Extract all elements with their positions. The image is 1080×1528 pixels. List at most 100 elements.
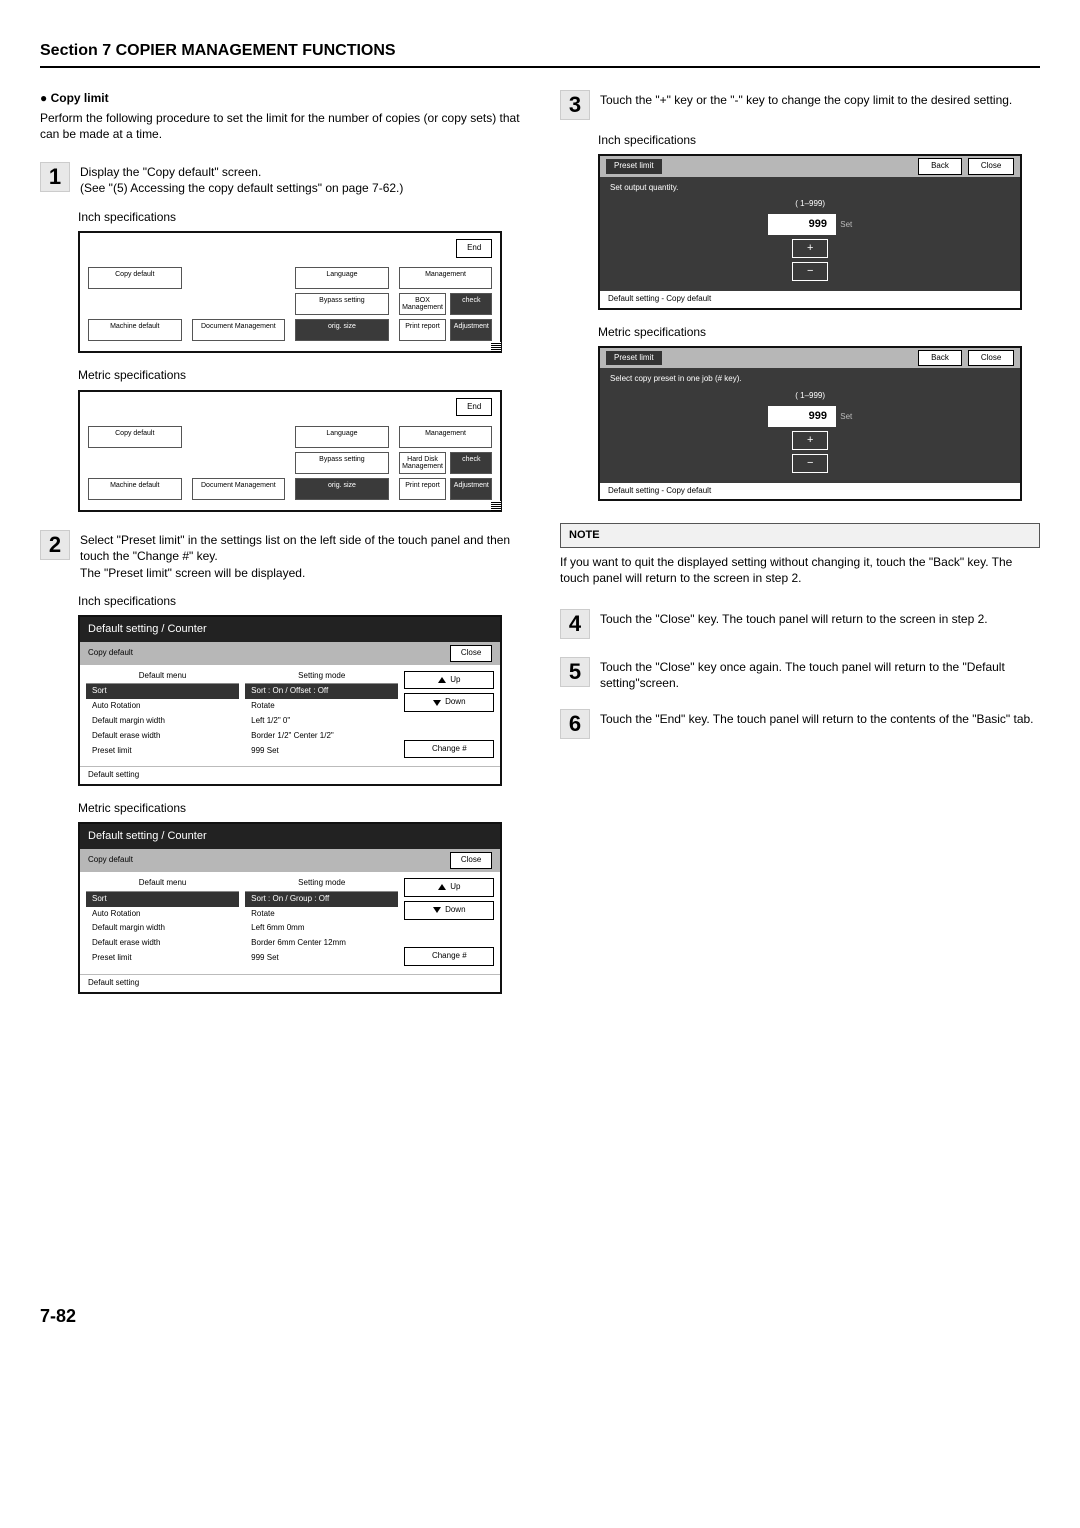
menu-header: Default menu: [86, 876, 239, 892]
grid-cell[interactable]: Bypass setting: [295, 293, 389, 316]
close-button[interactable]: Close: [968, 350, 1014, 367]
grid-cell[interactable]: Machine default: [88, 319, 182, 341]
preset-footer: Default setting - Copy default: [600, 483, 1020, 500]
adjustment-button[interactable]: Adjustment: [450, 478, 492, 500]
list-item: Sort : On / Offset : Off: [245, 684, 398, 699]
up-button[interactable]: Up: [404, 671, 494, 690]
end-button[interactable]: End: [456, 398, 492, 417]
quantity-unit: Set: [840, 412, 852, 421]
list-item: 999 Set: [245, 951, 398, 966]
step-number: 1: [40, 162, 70, 192]
range-label: ( 1–999): [795, 199, 825, 210]
list-item: Rotate: [245, 907, 398, 922]
list-item: Sort : On / Group : Off: [245, 892, 398, 907]
adjustment-button[interactable]: Adjustment: [450, 319, 492, 341]
quantity-value: 999: [768, 214, 836, 235]
preset-panel-metric: Preset limit Back Close Select copy pres…: [598, 346, 1022, 502]
step-number: 5: [560, 657, 590, 687]
menu-header: Default menu: [86, 669, 239, 685]
topic-title: Copy limit: [40, 90, 520, 106]
list-item[interactable]: Auto Rotation: [86, 907, 239, 922]
up-button[interactable]: Up: [404, 878, 494, 897]
mode-header: Setting mode: [245, 669, 398, 685]
step-number: 4: [560, 609, 590, 639]
list-item[interactable]: Sort: [86, 684, 239, 699]
step-1-ref: (See "(5) Accessing the copy default set…: [80, 181, 403, 195]
close-button[interactable]: Close: [450, 852, 492, 869]
list-item: Left 6mm 0mm: [245, 921, 398, 936]
preset-panel-inch: Preset limit Back Close Set output quant…: [598, 154, 1022, 310]
list-item[interactable]: Preset limit: [86, 744, 239, 759]
inch-label: Inch specifications: [78, 593, 520, 609]
end-button[interactable]: End: [456, 239, 492, 258]
step-1-text: Display the "Copy default" screen.: [80, 165, 261, 179]
metric-label: Metric specifications: [598, 324, 1040, 340]
list-item[interactable]: Default margin width: [86, 714, 239, 729]
grid-cell[interactable]: Print report: [399, 319, 447, 341]
chevron-up-icon: [438, 884, 446, 890]
right-column: 3 Touch the "+" key or the "-" key to ch…: [560, 90, 1040, 1328]
grid-cell[interactable]: Print report: [399, 478, 447, 500]
list-item[interactable]: Sort: [86, 892, 239, 907]
change-button[interactable]: Change #: [404, 947, 494, 966]
grid-cell[interactable]: Bypass setting: [295, 452, 389, 475]
list-item[interactable]: Default margin width: [86, 921, 239, 936]
grid-cell[interactable]: Document Management: [192, 319, 286, 341]
topic-intro: Perform the following procedure to set t…: [40, 110, 520, 142]
grid-cell[interactable]: BOX Management: [399, 293, 447, 316]
step-2-text2: The "Preset limit" screen will be displa…: [80, 566, 305, 580]
minus-button[interactable]: −: [792, 454, 828, 473]
grid-cell[interactable]: Management: [399, 426, 493, 448]
list-item: Border 6mm Center 12mm: [245, 936, 398, 951]
chevron-up-icon: [438, 677, 446, 683]
list-item: Border 1/2" Center 1/2": [245, 729, 398, 744]
grid-cell[interactable]: Machine default: [88, 478, 182, 500]
preset-prompt: Set output quantity.: [610, 183, 1010, 194]
grid-cell[interactable]: Copy default: [88, 426, 182, 448]
step-3-text: Touch the "+" key or the "-" key to chan…: [600, 90, 1012, 120]
step-2-text: Select "Preset limit" in the settings li…: [80, 533, 510, 563]
mode-header: Setting mode: [245, 876, 398, 892]
default-panel-metric: End Copy default Language Management Byp…: [78, 390, 502, 513]
page-number: 7-82: [40, 1304, 520, 1328]
grid-cell[interactable]: Copy default: [88, 267, 182, 289]
step-4: 4 Touch the "Close" key. The touch panel…: [560, 609, 1040, 639]
step-1: 1 Display the "Copy default" screen. (Se…: [40, 162, 520, 196]
list-item[interactable]: Default erase width: [86, 729, 239, 744]
grid-cell[interactable]: orig. size: [295, 319, 389, 341]
chevron-down-icon: [433, 700, 441, 706]
close-button[interactable]: Close: [968, 158, 1014, 175]
counter-footer: Default setting: [80, 766, 500, 784]
grid-cell[interactable]: Hard Disk Management: [399, 452, 447, 475]
close-button[interactable]: Close: [450, 645, 492, 662]
check-button[interactable]: check: [450, 452, 492, 475]
minus-button[interactable]: −: [792, 262, 828, 281]
plus-button[interactable]: +: [792, 431, 828, 450]
left-column: Copy limit Perform the following procedu…: [40, 90, 520, 1328]
note-text: If you want to quit the displayed settin…: [560, 554, 1040, 586]
list-item[interactable]: Preset limit: [86, 951, 239, 966]
grid-cell[interactable]: Language: [295, 426, 389, 448]
grid-cell[interactable]: Document Management: [192, 478, 286, 500]
preset-title: Preset limit: [606, 159, 662, 174]
list-item[interactable]: Auto Rotation: [86, 699, 239, 714]
step-5: 5 Touch the "Close" key once again. The …: [560, 657, 1040, 691]
back-button[interactable]: Back: [918, 350, 962, 367]
change-button[interactable]: Change #: [404, 740, 494, 759]
grid-cell[interactable]: orig. size: [295, 478, 389, 500]
plus-button[interactable]: +: [792, 239, 828, 258]
check-button[interactable]: check: [450, 293, 492, 316]
range-label: ( 1–999): [795, 391, 825, 402]
grid-cell[interactable]: Management: [399, 267, 493, 289]
list-item[interactable]: Default erase width: [86, 936, 239, 951]
down-button[interactable]: Down: [404, 901, 494, 920]
preset-prompt: Select copy preset in one job (# key).: [610, 374, 1010, 385]
chevron-down-icon: [433, 907, 441, 913]
step-number: 3: [560, 90, 590, 120]
grid-cell[interactable]: Language: [295, 267, 389, 289]
down-button[interactable]: Down: [404, 693, 494, 712]
default-panel-inch: End Copy default Language Management Byp…: [78, 231, 502, 354]
preset-title: Preset limit: [606, 351, 662, 366]
back-button[interactable]: Back: [918, 158, 962, 175]
quantity-value: 999: [768, 406, 836, 427]
